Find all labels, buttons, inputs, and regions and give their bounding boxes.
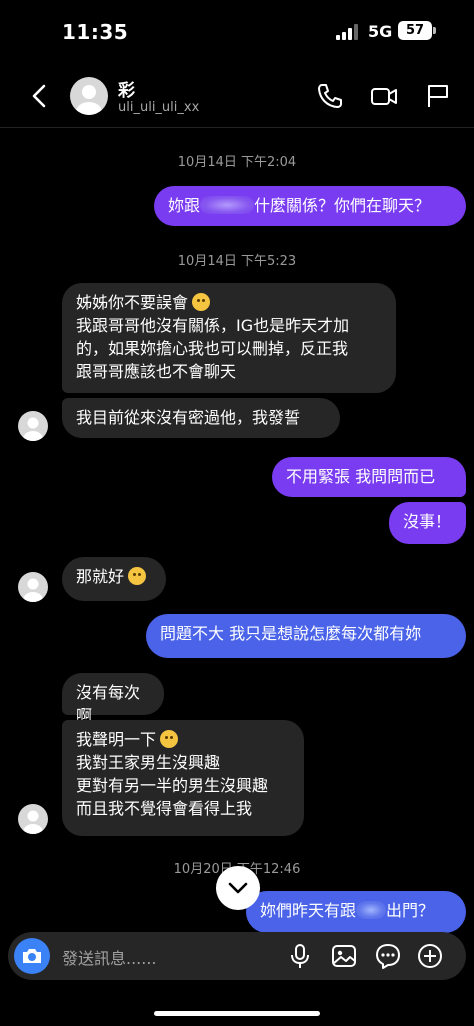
avatar[interactable] (18, 804, 48, 834)
signal-icon (336, 24, 362, 40)
message-text: 的，如果妳擔心我也可以刪掉，反正我 (76, 339, 349, 358)
home-indicator (154, 1011, 320, 1016)
message-text: 姊姊你不要誤會 (76, 293, 189, 312)
phone-icon[interactable] (316, 82, 344, 110)
message-incoming[interactable]: 姊姊你不要誤會 我跟哥哥他沒有關係，IG也是昨天才加 的，如果妳擔心我也可以刪掉… (62, 283, 396, 393)
flag-icon[interactable] (424, 82, 452, 110)
scroll-down-button[interactable] (216, 866, 260, 910)
message-text: 問題不大 我只是想說怎麼每次都有妳 (160, 624, 422, 643)
timestamp: 10月14日 下午5:23 (177, 254, 297, 269)
message-text: 沒有每次啊 (76, 683, 141, 725)
person-icon (23, 417, 43, 441)
message-text: 妳跟 (168, 196, 201, 215)
message-incoming[interactable]: 我目前從來沒有密過他，我發誓 (62, 398, 340, 438)
back-icon[interactable] (24, 80, 54, 112)
avatar[interactable] (18, 572, 48, 602)
message-incoming[interactable]: 那就好 (62, 557, 166, 601)
message-outgoing[interactable]: 問題不大 我只是想說怎麼每次都有妳 (146, 614, 466, 658)
image-icon[interactable] (330, 942, 358, 970)
status-time: 11:35 (62, 20, 129, 44)
message-text: 我目前從來沒有密過他，我發誓 (76, 408, 301, 427)
message-text: 跟哥哥應該也不會聊天 (76, 362, 237, 381)
worried-face-emoji (192, 293, 211, 311)
message-text: 什麼關係？你們在聊天？ (254, 196, 431, 215)
message-outgoing[interactable]: 妳們昨天有跟 出門？ (246, 891, 466, 933)
chevron-down-icon (228, 882, 248, 894)
message-text: 更對有另一半的男生沒興趣 (76, 776, 269, 795)
sweat-smile-emoji (128, 567, 147, 585)
timestamp: 10月14日 下午2:04 (177, 155, 297, 170)
video-icon[interactable] (370, 82, 398, 110)
pleading-face-emoji (160, 730, 179, 748)
message-text: 我對王家男生沒興趣 (76, 753, 221, 772)
sticker-icon[interactable] (374, 942, 402, 970)
message-text: 出門？ (386, 901, 435, 920)
message-input[interactable]: 發送訊息...... (62, 945, 157, 969)
message-incoming[interactable]: 我聲明一下 我對王家男生沒興趣 更對有另一半的男生沒興趣 而且我不覺得會看得上我 (62, 720, 304, 836)
camera-button[interactable] (14, 938, 50, 974)
battery-icon: 57 (398, 21, 436, 40)
contact-username[interactable]: uli_uli_uli_xx (118, 100, 199, 115)
message-text: 我聲明一下 (76, 730, 157, 749)
camera-icon (23, 949, 41, 963)
message-text: 那就好 (76, 567, 125, 586)
message-outgoing[interactable]: 沒事！ (389, 502, 466, 544)
avatar[interactable] (70, 77, 108, 115)
plus-icon[interactable] (416, 942, 444, 970)
person-icon (23, 578, 43, 602)
message-text: 而且我不覺得會看得上我 (76, 799, 253, 818)
message-outgoing[interactable]: 妳跟 什麼關係？你們在聊天？ (154, 186, 466, 226)
microphone-icon[interactable] (286, 942, 314, 970)
person-icon (23, 810, 43, 834)
chat-header: 彩 uli_uli_uli_xx (0, 64, 474, 128)
person-icon (76, 85, 102, 115)
message-text: 我跟哥哥他沒有關係，IG也是昨天才加 (76, 316, 350, 335)
redacted-blur (356, 901, 387, 919)
message-text: 沒事！ (403, 512, 452, 531)
message-text: 妳們昨天有跟 (260, 901, 357, 920)
avatar[interactable] (18, 411, 48, 441)
message-composer: 發送訊息...... (8, 932, 466, 980)
contact-name[interactable]: 彩 (118, 76, 135, 101)
status-bar: 11:35 5G 57 (0, 0, 474, 64)
message-incoming[interactable]: 沒有每次啊 (62, 673, 164, 725)
redacted-blur (200, 196, 255, 214)
message-text: 不用緊張 我問問而已 (286, 467, 436, 486)
network-type: 5G (368, 22, 393, 41)
message-outgoing[interactable]: 不用緊張 我問問而已 (272, 457, 466, 497)
